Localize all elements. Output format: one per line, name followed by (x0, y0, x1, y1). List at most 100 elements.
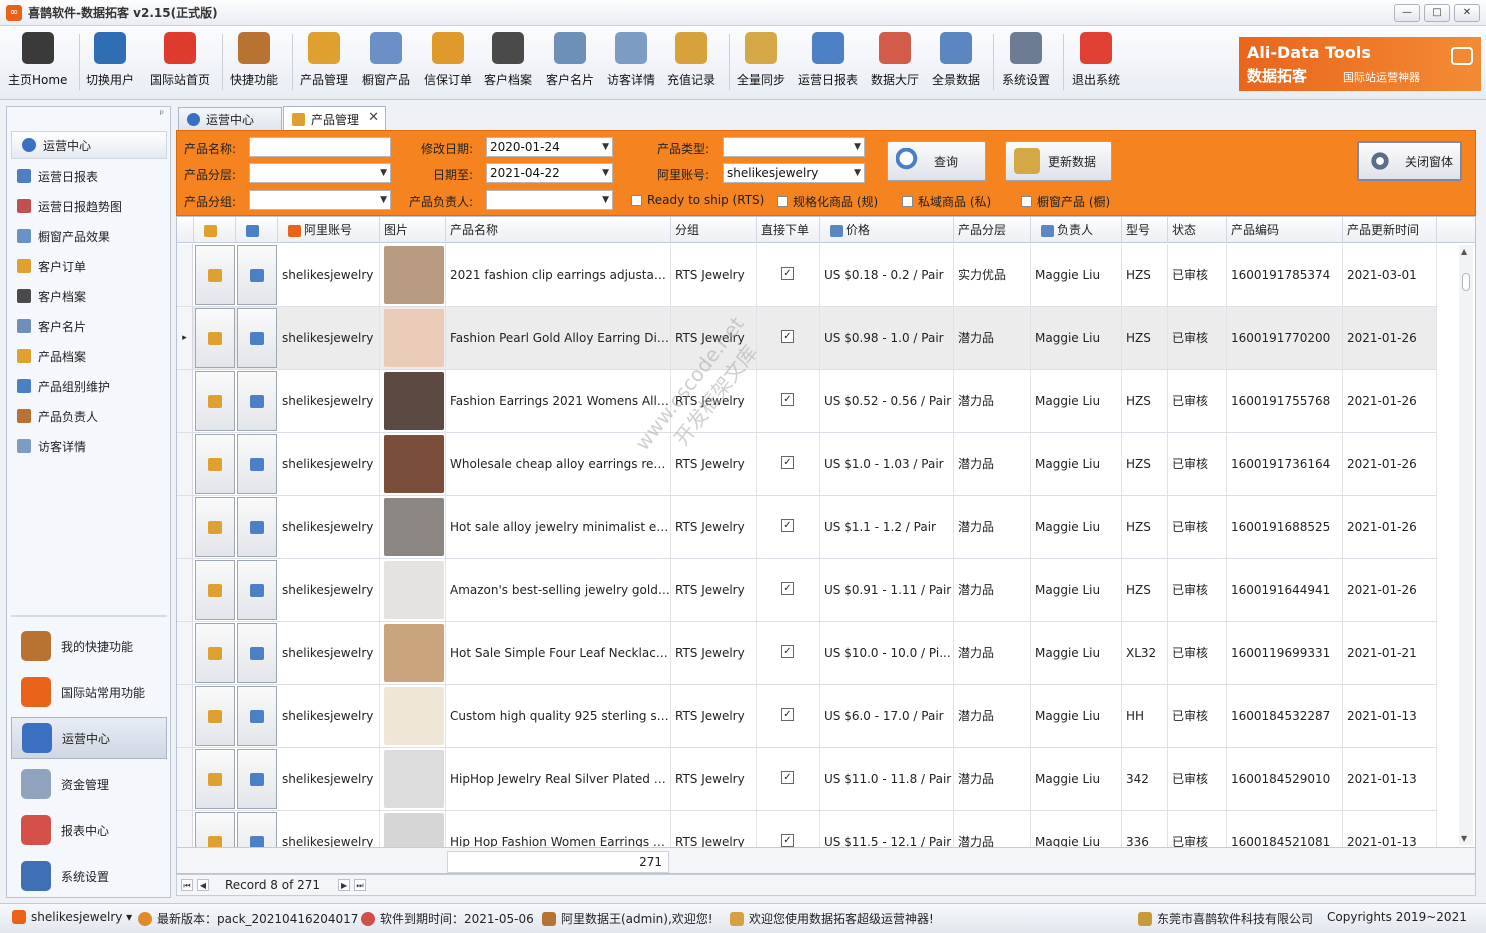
product-chart-button[interactable] (237, 560, 277, 620)
direct-order-checkbox[interactable]: ✓ (781, 393, 794, 406)
table-row[interactable]: shelikesjewelry Custom high quality 925 s… (177, 685, 1437, 748)
direct-order-checkbox[interactable]: ✓ (781, 645, 794, 658)
last-record-button[interactable]: ⏭ (354, 879, 367, 891)
maximize-button[interactable]: □ (1424, 4, 1450, 22)
sidebar-item-0[interactable]: 运营日报表 (17, 165, 98, 187)
column-header-6[interactable]: 直接下单 (757, 217, 820, 243)
product-thumbnail[interactable] (384, 309, 444, 367)
showcase-grid-toolbar-button[interactable]: 橱窗产品 (362, 30, 410, 94)
date-to-picker[interactable]: 2021-04-22 ▼ (486, 163, 613, 183)
product-thumbnail[interactable] (384, 372, 444, 430)
sidebar-item-6[interactable]: 产品档案 (17, 345, 86, 367)
product-chart-button[interactable] (237, 686, 277, 746)
row-indicator[interactable] (177, 496, 193, 558)
status-account[interactable]: shelikesjewelry ▾ (12, 910, 132, 924)
column-header-7[interactable]: 价格 (820, 217, 954, 243)
table-row[interactable]: shelikesjewelry Hot sale alloy jewelry mi… (177, 496, 1437, 559)
product-chart-button[interactable] (237, 371, 277, 431)
product-chart-button[interactable] (237, 623, 277, 683)
product-type-select[interactable]: ▼ (723, 137, 865, 157)
column-header-10[interactable]: 型号 (1122, 217, 1168, 243)
product-thumbnail[interactable] (384, 687, 444, 745)
column-header-8[interactable]: 产品分层 (954, 217, 1031, 243)
row-indicator[interactable] (177, 559, 193, 621)
scroll-thumb[interactable] (1462, 273, 1470, 291)
pin-icon[interactable]: ᵖ (160, 109, 164, 120)
report-chart-toolbar-button[interactable]: 运营日报表 (798, 30, 858, 94)
row-indicator[interactable] (177, 433, 193, 495)
product-thumbnail[interactable] (384, 750, 444, 808)
direct-order-checkbox[interactable]: ✓ (781, 330, 794, 343)
table-row[interactable]: shelikesjewelry HipHop Jewelry Real Silve… (177, 748, 1437, 811)
modified-date-picker[interactable]: 2020-01-24 ▼ (486, 137, 613, 157)
product-tier-select[interactable]: ▼ (249, 163, 391, 183)
product-thumbnail[interactable] (384, 246, 444, 304)
walking-user-toolbar-button[interactable]: 切换用户 (86, 30, 134, 94)
table-row[interactable]: shelikesjewelry 2021 fashion clip earring… (177, 244, 1437, 307)
update-data-button[interactable]: 更新数据 (1005, 141, 1112, 181)
row-indicator[interactable] (177, 748, 193, 810)
sidebar-module-2[interactable]: 运营中心 (11, 717, 167, 759)
user-gear-toolbar-button[interactable]: 系统设置 (1002, 30, 1050, 94)
column-header-12[interactable]: 产品编码 (1227, 217, 1343, 243)
product-chart-button[interactable] (237, 434, 277, 494)
sidebar-item-9[interactable]: 访客详情 (17, 435, 86, 457)
row-indicator[interactable] (177, 370, 193, 432)
rts-checkbox[interactable]: Ready to ship (RTS) (631, 193, 764, 207)
product-name-input[interactable] (249, 137, 391, 157)
exit-toolbar-button[interactable]: 退出系统 (1072, 30, 1120, 94)
businessman-toolbar-button[interactable]: 客户档案 (484, 30, 532, 94)
product-detail-button[interactable] (195, 308, 235, 368)
chrome-toolbar-button[interactable]: 国际站首页 (150, 30, 210, 94)
prev-record-button[interactable]: ◀ (197, 879, 209, 891)
sidebar-item-3[interactable]: 客户订单 (17, 255, 86, 277)
row-indicator[interactable]: ▸ (177, 307, 193, 369)
close-window-button[interactable]: ✕ (1454, 4, 1480, 22)
column-header-9[interactable]: 负责人 (1031, 217, 1122, 243)
table-row[interactable]: shelikesjewelry Fashion Earrings 2021 Wom… (177, 370, 1437, 433)
row-indicator[interactable] (177, 622, 193, 684)
direct-order-checkbox[interactable]: ✓ (781, 708, 794, 721)
query-button[interactable]: 查询 (887, 141, 986, 181)
column-header-3[interactable]: 图片 (380, 217, 446, 243)
spec-product-checkbox[interactable]: 规格化商品 (规) (777, 193, 878, 210)
table-row[interactable]: shelikesjewelry Hot Sale Simple Four Leaf… (177, 622, 1437, 685)
table-row[interactable]: ▸ shelikesjewelry Fashion Pearl Gold Alloy… (177, 307, 1437, 370)
column-header-0[interactable] (194, 217, 236, 243)
sidebar-item-8[interactable]: 产品负责人 (17, 405, 98, 427)
sidebar-item-1[interactable]: 运营日报趋势图 (17, 195, 122, 217)
product-detail-button[interactable] (195, 245, 235, 305)
data-map-toolbar-button[interactable]: 数据大厅 (871, 30, 919, 94)
sidebar-item-2[interactable]: 橱窗产品效果 (17, 225, 110, 247)
product-detail-button[interactable] (195, 371, 235, 431)
product-chart-button[interactable] (237, 245, 277, 305)
recharge-box-toolbar-button[interactable]: 充值记录 (667, 30, 715, 94)
product-thumbnail[interactable] (384, 498, 444, 556)
ali-account-select[interactable]: shelikesjewelry ▼ (723, 163, 865, 183)
eye-monitor-toolbar-button[interactable]: 全景数据 (932, 30, 980, 94)
sidebar-item-7[interactable]: 产品组别维护 (17, 375, 110, 397)
product-detail-button[interactable] (195, 560, 235, 620)
direct-order-checkbox[interactable]: ✓ (781, 267, 794, 280)
close-tab-icon[interactable]: ✕ (368, 110, 379, 125)
product-box-toolbar-button[interactable]: 产品管理 (300, 30, 348, 94)
cart-toolbar-button[interactable]: 信保订单 (424, 30, 472, 94)
sidebar-module-0[interactable]: 我的快捷功能 (11, 625, 167, 667)
direct-order-checkbox[interactable]: ✓ (781, 834, 794, 847)
direct-order-checkbox[interactable]: ✓ (781, 456, 794, 469)
column-header-13[interactable]: 产品更新时间 (1343, 217, 1437, 243)
owner-select[interactable]: ▼ (486, 190, 613, 210)
close-form-button[interactable]: 关闭窗体 (1357, 141, 1462, 181)
product-chart-button[interactable] (237, 308, 277, 368)
product-thumbnail[interactable] (384, 561, 444, 619)
row-indicator[interactable] (177, 685, 193, 747)
sidebar-group-header[interactable]: 运营中心 (11, 131, 167, 159)
tab-operations-center[interactable]: 运营中心 (178, 107, 282, 130)
product-thumbnail[interactable] (384, 624, 444, 682)
product-chart-button[interactable] (237, 749, 277, 809)
first-record-button[interactable]: ⏮ (181, 879, 193, 891)
product-chart-button[interactable] (237, 497, 277, 557)
direct-order-checkbox[interactable]: ✓ (781, 771, 794, 784)
column-header-1[interactable] (236, 217, 278, 243)
product-detail-button[interactable] (195, 497, 235, 557)
